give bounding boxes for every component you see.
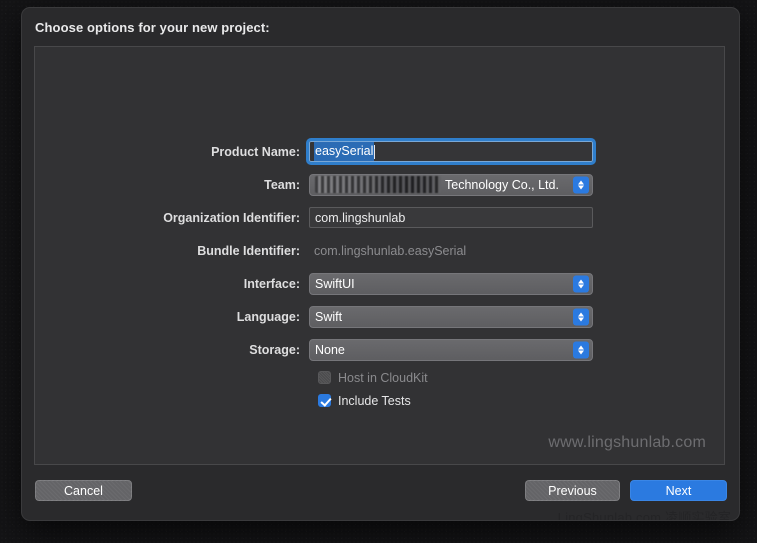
form-row-product-name: Product Name: easySerial	[35, 135, 726, 168]
dialog-footer: Cancel Previous Next LingShunlab.com 凌顺实…	[22, 463, 739, 520]
form-row-organization-identifier: Organization Identifier: com.lingshunlab	[35, 201, 726, 234]
chevron-up-icon	[578, 312, 584, 316]
team-select[interactable]: Technology Co., Ltd.	[309, 173, 593, 196]
form-row-team: Team: Technology Co., Ltd.	[35, 168, 726, 201]
label-storage: Storage:	[249, 342, 300, 357]
control-interface: SwiftUI	[309, 272, 593, 295]
dialog-title: Choose options for your new project:	[35, 20, 270, 35]
host-in-cloudkit-checkbox	[318, 371, 331, 384]
product-name-input[interactable]: easySerial	[306, 138, 596, 165]
label-language: Language:	[236, 309, 300, 324]
control-language: Swift	[309, 305, 593, 328]
label-product-name: Product Name:	[211, 144, 300, 159]
checkbox-row-host-in-cloudkit: Host in CloudKit	[35, 366, 726, 389]
chevron-up-icon	[578, 345, 584, 349]
chevron-updown-icon[interactable]	[573, 341, 589, 358]
bundle-identifier-value: com.lingshunlab.easySerial	[314, 243, 467, 258]
storage-value: None	[315, 342, 345, 357]
text-caret	[374, 144, 376, 159]
chevron-updown-icon[interactable]	[573, 176, 589, 193]
previous-button[interactable]: Previous	[525, 480, 620, 501]
form-row-storage: Storage: None	[35, 333, 726, 366]
control-organization-identifier: com.lingshunlab	[309, 207, 593, 228]
label-organization-identifier: Organization Identifier:	[163, 210, 300, 225]
form-row-language: Language: Swift	[35, 300, 726, 333]
team-value: Technology Co., Ltd.	[445, 177, 559, 192]
control-team: Technology Co., Ltd.	[309, 173, 593, 196]
control-bundle-identifier: com.lingshunlab.easySerial	[309, 240, 593, 261]
chevron-down-icon	[578, 284, 584, 288]
label-interface: Interface:	[243, 276, 300, 291]
organization-identifier-input[interactable]: com.lingshunlab	[309, 207, 593, 228]
project-options-dialog: Choose options for your new project: Pro…	[21, 7, 740, 521]
product-name-value: easySerial	[315, 143, 374, 160]
options-form: Product Name: easySerial Team: Technolog…	[35, 135, 726, 412]
interface-value: SwiftUI	[315, 276, 355, 291]
chevron-updown-icon[interactable]	[573, 308, 589, 325]
label-team: Team:	[264, 177, 300, 192]
cancel-button[interactable]: Cancel	[35, 480, 132, 501]
storage-select[interactable]: None	[309, 338, 593, 361]
chevron-down-icon	[578, 350, 584, 354]
organization-identifier-value: com.lingshunlab	[315, 210, 406, 225]
language-value: Swift	[315, 309, 343, 324]
footer-watermark: LingShunlab.com 凌顺实验室	[557, 510, 731, 521]
panel-watermark: www.lingshunlab.com	[548, 434, 706, 451]
language-select[interactable]: Swift	[309, 305, 593, 328]
control-product-name: easySerial	[306, 138, 596, 165]
chevron-down-icon	[578, 185, 584, 189]
control-storage: None	[309, 338, 593, 361]
options-panel: Product Name: easySerial Team: Technolog…	[34, 46, 725, 465]
interface-select[interactable]: SwiftUI	[309, 272, 593, 295]
redacted-team-name	[315, 176, 441, 193]
include-tests-label: Include Tests	[338, 393, 411, 408]
next-button[interactable]: Next	[630, 480, 727, 501]
form-row-bundle-identifier: Bundle Identifier: com.lingshunlab.easyS…	[35, 234, 726, 267]
form-row-interface: Interface: SwiftUI	[35, 267, 726, 300]
chevron-down-icon	[578, 317, 584, 321]
include-tests-checkbox[interactable]	[318, 394, 331, 407]
chevron-up-icon	[578, 279, 584, 283]
host-in-cloudkit-label: Host in CloudKit	[338, 370, 428, 385]
chevron-updown-icon[interactable]	[573, 275, 589, 292]
checkbox-row-include-tests: Include Tests	[35, 389, 726, 412]
label-bundle-identifier: Bundle Identifier:	[197, 243, 300, 258]
chevron-up-icon	[578, 180, 584, 184]
